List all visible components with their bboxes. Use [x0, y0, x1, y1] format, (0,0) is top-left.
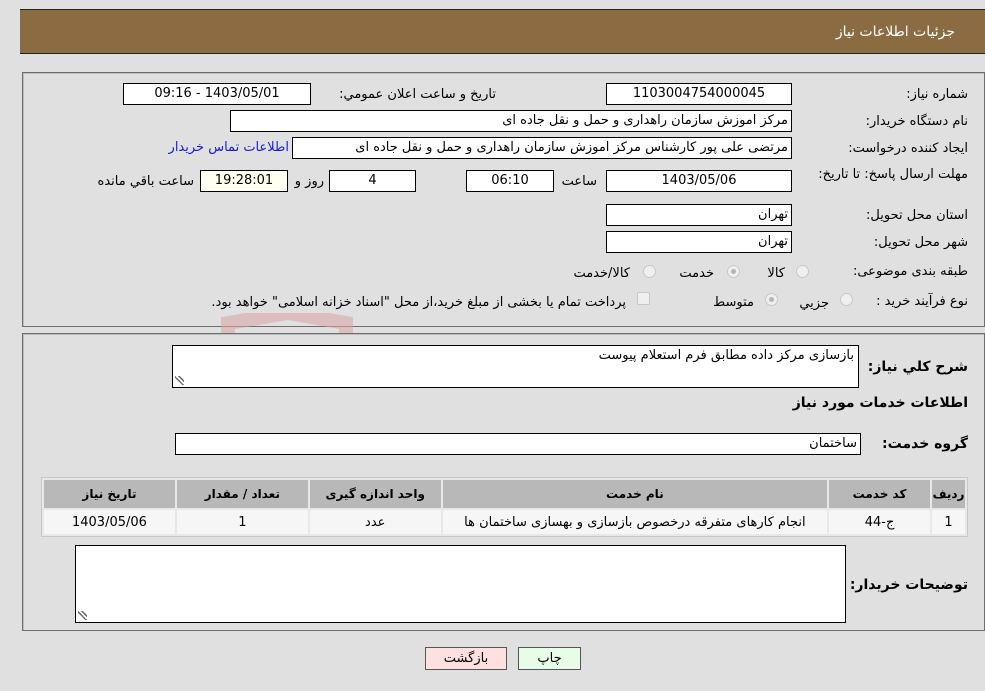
cell-service-name: انجام کارهای متفرقه درخصوص بازسازی و بهس…	[442, 510, 828, 534]
cell-row-number: 1	[932, 510, 965, 534]
buyer-contact-link[interactable]: اطلاعات تماس خریدار	[169, 140, 289, 155]
process-label: نوع فرآیند خرید :	[876, 294, 968, 309]
category-option-service: خدمت	[679, 266, 714, 281]
need-info-panel: AriaTender.neT شماره نیاز: 1103004754000…	[22, 72, 985, 428]
col-header-quantity: تعداد / مقدار	[176, 480, 308, 508]
deadline-time-field: 06:10	[466, 170, 554, 192]
remaining-time-label: ساعت باقي مانده	[97, 174, 194, 189]
need-number-label: شماره نیاز:	[906, 87, 968, 102]
cell-unit: عدد	[309, 510, 441, 534]
province-label: استان محل تحویل:	[866, 208, 968, 223]
buyer-org-label: نام دستگاه خریدار:	[865, 114, 968, 129]
resize-grip-icon[interactable]	[175, 376, 184, 385]
category-radio-service[interactable]	[727, 265, 740, 278]
page-header: جزئیات اطلاعات نیاز	[20, 9, 985, 54]
col-header-service-name: نام خدمت	[442, 480, 828, 508]
general-desc-label: شرح کلي نیاز:	[867, 359, 968, 375]
cell-service-code: ج-44	[829, 510, 931, 534]
days-remaining-field: 4	[329, 170, 416, 192]
deadline-label: مهلت ارسال پاسخ: تا تاریخ:	[818, 167, 968, 182]
process-option-medium: متوسط	[713, 295, 754, 310]
days-label: روز و	[294, 174, 324, 189]
announce-date-field: 1403/05/01 - 09:16	[123, 83, 311, 105]
col-header-service-code: کد خدمت	[829, 480, 931, 508]
col-header-row-number: ردیف	[932, 480, 965, 508]
process-radio-minor[interactable]	[840, 293, 853, 306]
services-table: ردیف کد خدمت نام خدمت واحد اندازه گیری ت…	[41, 477, 968, 537]
table-row: 1 ج-44 انجام کارهای متفرقه درخصوص بازساز…	[44, 510, 965, 534]
cell-need-date: 1403/05/06	[44, 510, 175, 534]
buyer-notes-textarea[interactable]	[75, 545, 846, 623]
back-button[interactable]: بازگشت	[425, 647, 507, 670]
details-panel: شرح کلي نیاز: بازسازی مرکز داده مطابق فر…	[22, 333, 985, 631]
remaining-time-field: 19:28:01	[200, 170, 288, 192]
buyer-notes-label: توضیحات خریدار:	[849, 577, 968, 593]
table-header-row: ردیف کد خدمت نام خدمت واحد اندازه گیری ت…	[44, 480, 965, 508]
general-desc-textarea[interactable]: بازسازی مرکز داده مطابق فرم استعلام پیوس…	[172, 345, 859, 388]
col-header-unit: واحد اندازه گیری	[309, 480, 441, 508]
page-title: جزئیات اطلاعات نیاز	[835, 23, 955, 40]
category-label: طبقه بندی موضوعی:	[852, 264, 968, 279]
col-header-need-date: تاریخ نیاز	[44, 480, 175, 508]
deadline-time-label: ساعت	[561, 174, 597, 189]
resize-grip-icon[interactable]	[78, 611, 87, 620]
process-option-minor: جزيي	[799, 296, 829, 311]
treasury-checkbox-label: پرداخت تمام یا بخشی از مبلغ خرید،از محل …	[211, 295, 626, 310]
service-group-field: ساختمان	[175, 433, 861, 455]
print-button[interactable]: چاپ	[518, 647, 581, 670]
cell-quantity: 1	[176, 510, 308, 534]
category-option-goods: کالا	[767, 266, 785, 281]
service-group-label: گروه خدمت:	[882, 436, 968, 452]
need-number-field: 1103004754000045	[606, 83, 792, 105]
category-option-goods-service: کالا/خدمت	[573, 266, 630, 281]
treasury-checkbox[interactable]	[637, 292, 650, 305]
announce-date-label: تاریخ و ساعت اعلان عمومي:	[339, 87, 496, 102]
requester-field: مرتضی علی پور کارشناس مرکز اموزش سازمان …	[292, 137, 792, 159]
page: جزئیات اطلاعات نیاز AriaTender.neT شماره…	[0, 0, 985, 691]
general-desc-text: بازسازی مرکز داده مطابق فرم استعلام پیوس…	[598, 348, 854, 363]
city-field: تهران	[606, 231, 792, 253]
deadline-date-field: 1403/05/06	[606, 170, 792, 192]
process-radio-medium[interactable]	[765, 293, 778, 306]
province-field: تهران	[606, 204, 792, 226]
buyer-org-field: مرکز اموزش سازمان راهداری و حمل و نقل جا…	[230, 110, 792, 132]
category-radio-goods-service[interactable]	[643, 265, 656, 278]
city-label: شهر محل تحویل:	[873, 235, 968, 250]
requester-label: ایجاد کننده درخواست:	[848, 141, 968, 156]
services-section-title: اطلاعات خدمات مورد نیاز	[792, 395, 968, 411]
category-radio-goods[interactable]	[796, 265, 809, 278]
